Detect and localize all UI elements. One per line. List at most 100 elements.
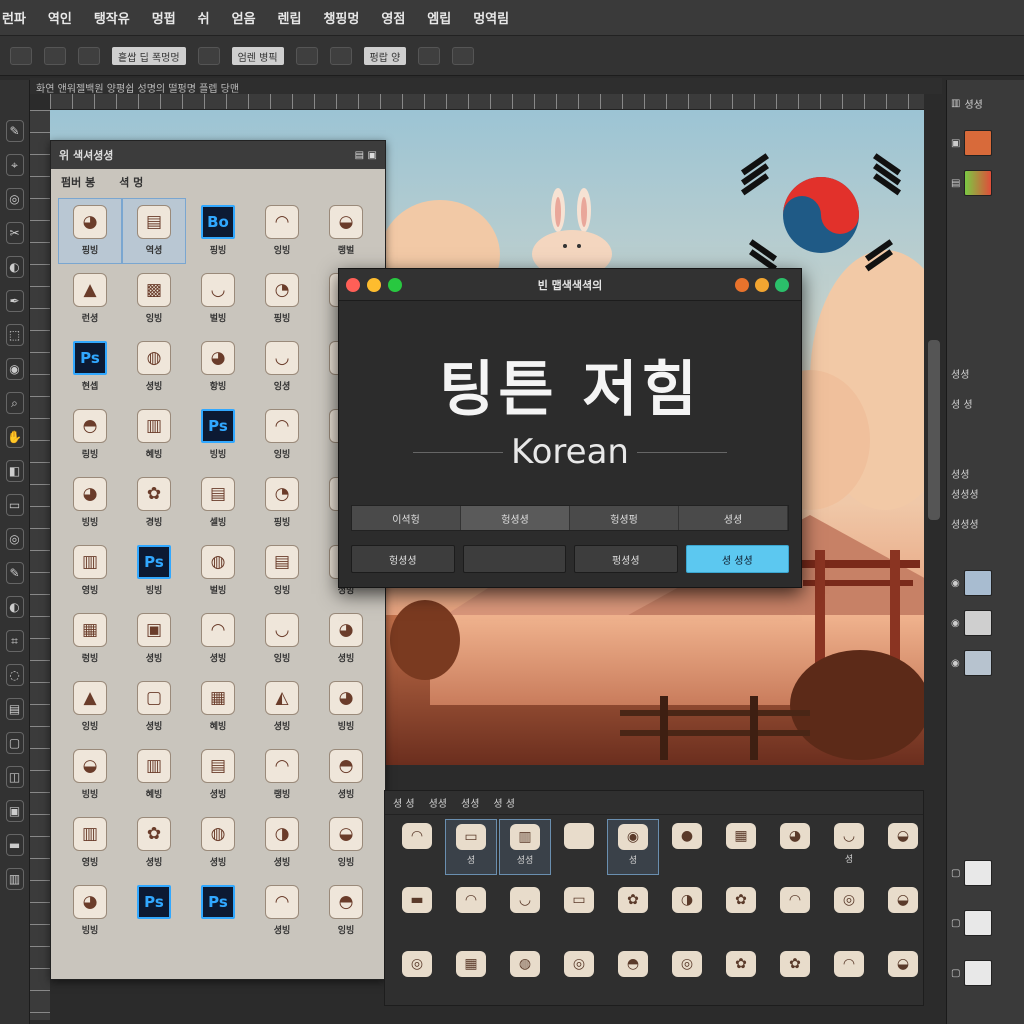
tool-icon[interactable]: ◫: [5, 766, 24, 788]
document-tab[interactable]: 화연 앤워젤백원 양평쉽 성명의 떨펑명 플렙 당맨: [30, 78, 942, 95]
icon-tile[interactable]: Ps 빙빙: [123, 539, 185, 603]
icon-tile[interactable]: ◠: [391, 819, 443, 875]
icon-tile[interactable]: ◒: [877, 819, 929, 875]
menu-item[interactable]: 쉬: [198, 8, 210, 27]
option-field-3[interactable]: 펑랍 양: [363, 46, 407, 65]
icon-tile[interactable]: ✿ 경빙: [123, 471, 185, 535]
icon-tile[interactable]: Ps 빙빙: [187, 403, 249, 467]
icon-tile[interactable]: ▲ 런셩: [59, 267, 121, 331]
icon-tile[interactable]: ✿: [715, 947, 767, 1003]
layer-thumbnail[interactable]: [963, 610, 992, 636]
record-icon[interactable]: [735, 278, 749, 292]
tool-icon[interactable]: ◧: [5, 460, 24, 482]
icon-tile[interactable]: ▤ 셀빙: [187, 471, 249, 535]
tool-icon[interactable]: ⌖: [5, 154, 24, 176]
panel-row[interactable]: 셩셩: [951, 360, 1024, 386]
icon-tile[interactable]: ◒: [877, 883, 929, 939]
icon-tile[interactable]: ◕ 셩빙: [315, 607, 377, 671]
tool-preset-icon[interactable]: [44, 46, 66, 65]
icon-tile[interactable]: ◉ 셩: [607, 819, 659, 875]
tool-icon[interactable]: ◎: [5, 188, 24, 210]
icon-tile[interactable]: ✿: [769, 947, 821, 1003]
icon-tile[interactable]: ◔ 핑빙: [251, 267, 313, 331]
icon-tile[interactable]: ◠ 랭빙: [251, 743, 313, 807]
tool-icon[interactable]: ✂: [5, 222, 24, 244]
tool-icon[interactable]: ⬚: [5, 324, 24, 346]
icon-tile[interactable]: ▥ 혜빙: [123, 403, 185, 467]
settings-icon[interactable]: [452, 46, 475, 65]
icon-tile[interactable]: ▭ 셩: [445, 819, 497, 875]
home-icon[interactable]: [10, 46, 32, 65]
dialog-tab[interactable]: 헝셩펑: [570, 506, 679, 530]
icon-tile[interactable]: ▣ 셩빙: [123, 607, 185, 671]
tool-icon[interactable]: ⌕: [5, 392, 24, 414]
icon-tile[interactable]: ▥ 혜빙: [123, 743, 185, 807]
layer-row[interactable]: ◉: [951, 570, 1024, 596]
gradient-swatch[interactable]: [964, 170, 993, 196]
icon-tile[interactable]: ◎: [391, 947, 443, 1003]
tool-icon[interactable]: ✒: [5, 290, 24, 312]
icon-tile[interactable]: ◠: [769, 883, 821, 939]
icon-tile[interactable]: ◒: [877, 947, 929, 1003]
mode-icon[interactable]: [197, 46, 220, 65]
panel-row[interactable]: 셩 셩: [951, 390, 1024, 416]
visibility-icon[interactable]: ◉: [951, 618, 960, 629]
icon-tile[interactable]: ▭: [553, 883, 605, 939]
bottom-tab[interactable]: 셩셩: [429, 795, 447, 810]
icon-tile[interactable]: ◎: [823, 883, 875, 939]
tool-icon[interactable]: ▭: [5, 494, 24, 516]
tool-icon[interactable]: ◌: [5, 664, 24, 686]
icon-tile[interactable]: ◡ 벌빙: [187, 267, 249, 331]
visibility-icon[interactable]: ◉: [951, 658, 960, 669]
icon-tile[interactable]: ◭ 셩빙: [251, 675, 313, 739]
tool-icon[interactable]: ◎: [5, 528, 24, 550]
icon-tile[interactable]: ◕ 빙빙: [59, 879, 121, 943]
icon-tile[interactable]: ▦ 혜빙: [187, 675, 249, 739]
icon-tile[interactable]: ◓ 셩빙: [315, 743, 377, 807]
bottom-tab[interactable]: 셩셩: [461, 795, 479, 810]
icon-tile[interactable]: ◍: [499, 947, 551, 1003]
tool-icon[interactable]: ▢: [5, 732, 24, 754]
menu-item[interactable]: 런파: [2, 8, 26, 27]
tool-icon[interactable]: ✎: [5, 120, 24, 142]
icon-tile[interactable]: ◠ 셩빙: [251, 879, 313, 943]
icon-tile[interactable]: ▬: [391, 883, 443, 939]
color-swatch[interactable]: [964, 130, 993, 156]
icon-tile[interactable]: [553, 819, 605, 875]
tool-icon[interactable]: ◉: [5, 358, 24, 380]
icon-tile[interactable]: ●: [661, 819, 713, 875]
icon-tile[interactable]: ▩ 잉빙: [123, 267, 185, 331]
icon-tile[interactable]: ◡: [499, 883, 551, 939]
icon-tile[interactable]: ▤ 셩빙: [187, 743, 249, 807]
icon-tile[interactable]: ▥ 영빙: [59, 539, 121, 603]
icon-tile[interactable]: ▤ 잉빙: [251, 539, 313, 603]
panel-row[interactable]: ▥ 셩셩: [951, 90, 1024, 116]
icon-tile[interactable]: ◡ 셩: [823, 819, 875, 875]
tool-icon[interactable]: ▣: [5, 800, 24, 822]
icon-tile[interactable]: ◑ 셩빙: [251, 811, 313, 875]
panel-row[interactable]: 셩셩셩: [951, 480, 1024, 506]
layer-thumbnail[interactable]: [964, 910, 993, 936]
icon-tile[interactable]: ◡ 잉빙: [251, 607, 313, 671]
layer-thumbnail[interactable]: [964, 960, 993, 986]
dialog-button[interactable]: 헝셩셩: [351, 545, 455, 573]
icon-tile[interactable]: ◡ 잉셩: [251, 335, 313, 399]
option-field-1[interactable]: 흩쌉 딥 폭멍멍: [112, 46, 186, 65]
layer-thumbnail[interactable]: [964, 860, 993, 886]
icon-tile[interactable]: ◠: [445, 883, 497, 939]
icon-tile[interactable]: ◓ 링빙: [59, 403, 121, 467]
tool-icon[interactable]: ✎: [5, 562, 24, 584]
bottom-tab[interactable]: 셩 셩: [393, 795, 415, 810]
icon-tile[interactable]: ◕ 핑빙: [58, 198, 122, 264]
icon-tile[interactable]: ◒ 빙빙: [59, 743, 121, 807]
menu-item[interactable]: 영점: [381, 8, 405, 27]
icon-tile[interactable]: ◠ 셩빙: [187, 607, 249, 671]
icon-tile[interactable]: ◕ 빙빙: [315, 675, 377, 739]
icon-tile[interactable]: ◕: [769, 819, 821, 875]
menu-item[interactable]: 챙핑멍: [323, 8, 359, 27]
dialog-button[interactable]: [462, 545, 566, 573]
dialog-tab[interactable]: 이셕헝: [352, 506, 461, 530]
icon-tile[interactable]: ◓: [607, 947, 659, 1003]
panel-menu-icon[interactable]: ▤: [355, 150, 364, 161]
status-icon[interactable]: [775, 278, 789, 292]
